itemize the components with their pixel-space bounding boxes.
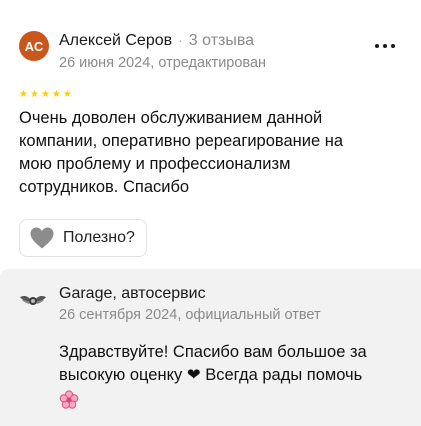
- star-icon: ★: [19, 89, 28, 100]
- helpful-label: Полезно?: [63, 229, 135, 246]
- helpful-button[interactable]: Полезно?: [19, 219, 147, 257]
- review-date: 26 июня 2024, отредактирован: [59, 55, 267, 71]
- heart-emoji: ❤: [186, 366, 201, 384]
- rating-stars: ★ ★ ★ ★ ★: [19, 89, 72, 101]
- organization-name[interactable]: Garage, автосервис: [59, 285, 206, 303]
- heart-icon: [30, 227, 54, 249]
- star-icon: ★: [29, 89, 39, 100]
- more-options-button[interactable]: [372, 36, 398, 56]
- official-reply: Garage, автосервис 26 сентября 2024, офи…: [0, 269, 421, 426]
- star-icon: ★: [62, 89, 72, 100]
- more-horizontal-icon: [375, 44, 379, 48]
- avatar[interactable]: АС: [19, 31, 49, 61]
- author-name[interactable]: Алексей Серов: [59, 32, 172, 49]
- garage-winged-logo[interactable]: [18, 290, 48, 310]
- review-card: АС Алексей Серов · 3 отзыва 26 июня 2024, …: [0, 0, 421, 264]
- author-separator: ·: [178, 32, 183, 48]
- reply-text: Здравствуйте! Спасибо вам большое за выс…: [59, 341, 404, 410]
- reply-date: 26 сентября 2024, официальный ответ: [59, 307, 321, 323]
- author-line: Алексей Серов · 3 отзыва: [59, 32, 254, 50]
- star-icon: ★: [40, 89, 50, 100]
- star-icon: ★: [51, 89, 61, 100]
- review-text: Очень доволен обслуживанием данной компа…: [19, 109, 344, 196]
- review-count[interactable]: 3 отзыва: [189, 32, 254, 49]
- reply-text-part2: Всегда рады помочь: [205, 366, 363, 384]
- cherry-blossom-icon: [59, 390, 79, 409]
